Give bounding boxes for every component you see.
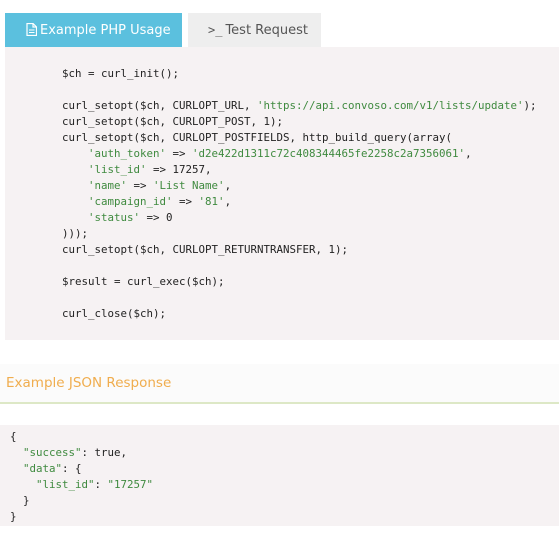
api-docs-page: Example PHP Usage >_ Test Request $ch = … xyxy=(0,0,559,541)
code-line: curl_close($ch); xyxy=(62,307,167,320)
tab-test-request[interactable]: >_ Test Request xyxy=(188,13,321,47)
php-code-block: $ch = curl_init(); curl_setopt($ch, CURL… xyxy=(5,47,559,340)
code-line: { xyxy=(10,430,17,443)
code-line: $ch = curl_init(); xyxy=(62,67,180,80)
tab-example-php-usage[interactable]: Example PHP Usage xyxy=(5,13,182,47)
code-line: ))); xyxy=(62,227,89,240)
code-line: 'status' => 0 xyxy=(88,211,173,224)
code-line: 'campaign_id' => '81', xyxy=(88,195,232,208)
code-line: $result = curl_exec($ch); xyxy=(62,275,225,288)
code-line: "success": true, xyxy=(23,446,128,459)
section-divider xyxy=(0,402,559,404)
terminal-icon: >_ xyxy=(208,23,223,37)
code-line: curl_setopt($ch, CURLOPT_POST, 1); xyxy=(62,115,284,128)
code-line: curl_setopt($ch, CURLOPT_URL, 'https://a… xyxy=(62,99,537,112)
json-response-block: { "success": true, "data": { "list_id": … xyxy=(0,425,559,526)
code-line: } xyxy=(10,510,17,523)
code-line: 'auth_token' => 'd2e422d1311c72c40834446… xyxy=(88,147,472,160)
code-line: 'name' => 'List Name', xyxy=(88,179,232,192)
code-line: } xyxy=(10,494,30,507)
code-line: curl_setopt($ch, CURLOPT_POSTFIELDS, htt… xyxy=(62,131,453,144)
document-icon xyxy=(26,22,38,38)
tab-label: Example PHP Usage xyxy=(40,22,171,38)
code-line: "data": { xyxy=(23,462,82,475)
tab-label: Test Request xyxy=(225,22,308,38)
code-line: "list_id": "17257" xyxy=(36,478,154,491)
json-code: { "success": true, "data": { "list_id": … xyxy=(10,429,153,525)
code-line: 'list_id' => 17257, xyxy=(88,163,212,176)
response-section-title: Example JSON Response xyxy=(6,375,172,391)
code-line: curl_setopt($ch, CURLOPT_RETURNTRANSFER,… xyxy=(62,243,349,256)
php-code: $ch = curl_init(); curl_setopt($ch, CURL… xyxy=(62,66,537,322)
